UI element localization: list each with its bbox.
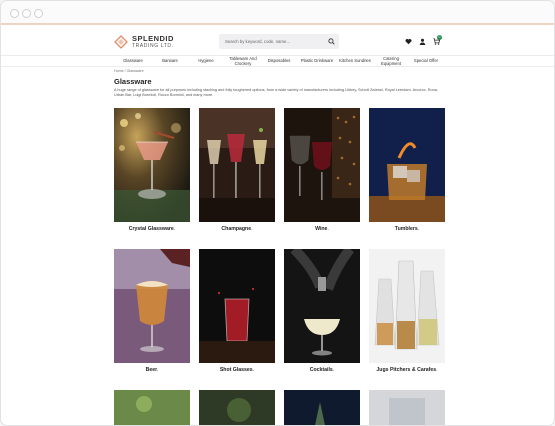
category-label: Cocktails xyxy=(284,367,360,373)
breadcrumb-separator: / xyxy=(124,69,126,73)
beer-photo xyxy=(114,249,190,363)
nav-item-kitchen-sundries[interactable]: Kitchen Sundries xyxy=(336,56,374,67)
browser-window: SPLENDID TRADING LTD. 0 Glassware Barw xyxy=(0,0,555,426)
category-label: Shot Glasses xyxy=(199,367,275,373)
category-card-crystal[interactable]: Crystal Glassware xyxy=(114,108,190,232)
window-close-dot[interactable] xyxy=(10,9,19,18)
heart-icon[interactable] xyxy=(405,38,412,45)
search-input[interactable] xyxy=(219,34,323,49)
logo-mark-icon xyxy=(114,35,128,49)
window-maximize-dot[interactable] xyxy=(34,9,43,18)
category-photo xyxy=(114,390,190,425)
category-photo xyxy=(284,390,360,425)
nav-item-disposables[interactable]: Disposables xyxy=(263,56,295,67)
nav-item-glassware[interactable]: Glassware xyxy=(119,56,147,67)
category-card-row3-4[interactable] xyxy=(369,390,445,425)
search-bar xyxy=(219,34,339,49)
browser-chrome xyxy=(1,1,554,25)
window-minimize-dot[interactable] xyxy=(22,9,31,18)
category-card-beer[interactable]: Beer xyxy=(114,249,190,373)
category-card-wine[interactable]: Wine xyxy=(284,108,360,232)
nav-item-special-offer[interactable]: Special Offer xyxy=(410,56,442,67)
page-title: Glassware xyxy=(114,77,152,86)
nav-item-barware[interactable]: Barware xyxy=(156,56,184,67)
site-logo[interactable]: SPLENDID TRADING LTD. xyxy=(114,32,184,52)
nav-item-hygiene[interactable]: Hygiene xyxy=(193,56,219,67)
logo-line-2: TRADING LTD. xyxy=(132,42,174,49)
wine-photo xyxy=(284,108,360,222)
jugs-photo xyxy=(369,249,445,363)
category-card-shot-glasses[interactable]: Shot Glasses xyxy=(199,249,275,373)
category-label: Crystal Glassware xyxy=(114,226,190,232)
category-card-jugs[interactable]: Jugs Pitchers & Carafes xyxy=(369,249,445,373)
cart-count-badge: 0 xyxy=(437,35,442,40)
tumblers-photo xyxy=(369,108,445,222)
category-card-row3-2[interactable] xyxy=(199,390,275,425)
category-card-row3-1[interactable] xyxy=(114,390,190,425)
user-icon[interactable] xyxy=(419,38,426,45)
nav-item-tableware[interactable]: Tableware And Crockery xyxy=(225,56,261,67)
shot-glasses-photo xyxy=(199,249,275,363)
site-header: SPLENDID TRADING LTD. 0 xyxy=(1,27,554,55)
category-card-champagne[interactable]: Champagne xyxy=(199,108,275,232)
nav-item-catering-equipment[interactable]: Catering Equipment xyxy=(377,56,405,67)
breadcrumb-home[interactable]: Home xyxy=(114,69,124,73)
category-label: Wine xyxy=(284,226,360,232)
category-label: Beer xyxy=(114,367,190,373)
category-card-tumblers[interactable]: Tumblers xyxy=(369,108,445,232)
category-card-cocktails[interactable]: Cocktails xyxy=(284,249,360,373)
search-icon[interactable] xyxy=(328,38,335,45)
champagne-photo xyxy=(199,108,275,222)
page-intro: A huge range of glassware for all purpos… xyxy=(114,88,438,98)
breadcrumb: Home / Glassware xyxy=(114,69,144,73)
category-label: Jugs Pitchers & Carafes xyxy=(369,367,445,373)
nav-item-plastic-drinkware[interactable]: Plastic Drinkware xyxy=(298,56,336,67)
category-label: Champagne xyxy=(199,226,275,232)
category-card-row3-3[interactable] xyxy=(284,390,360,425)
category-label: Tumblers xyxy=(369,226,445,232)
breadcrumb-current: Glassware xyxy=(126,69,144,73)
main-nav: Glassware Barware Hygiene Tableware And … xyxy=(1,55,554,67)
category-photo xyxy=(369,390,445,425)
category-photo xyxy=(199,390,275,425)
crystal-glassware-photo xyxy=(114,108,190,222)
cocktails-photo xyxy=(284,249,360,363)
logo-line-1: SPLENDID xyxy=(132,34,174,44)
